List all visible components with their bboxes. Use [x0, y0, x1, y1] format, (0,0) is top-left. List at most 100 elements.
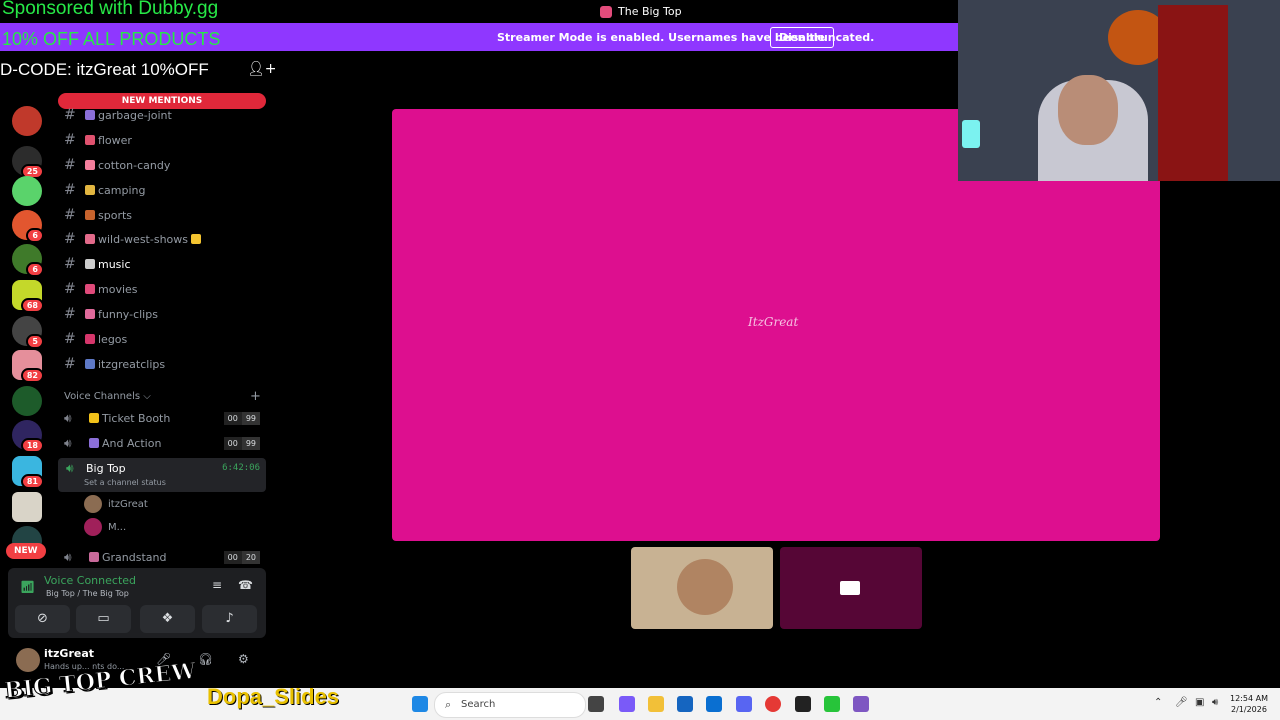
- voice-channel-item[interactable]: 🔊︎ And Action 00 99: [64, 432, 264, 454]
- voice-location[interactable]: Big Top / The Big Top: [46, 589, 129, 598]
- hash-icon: #: [64, 182, 76, 198]
- user-count: 00: [223, 411, 242, 425]
- server-icon[interactable]: 68: [12, 280, 44, 313]
- voice-channel-item[interactable]: 🔊︎ Grandstand 00 20: [64, 546, 264, 568]
- window-title: The Big Top: [600, 5, 682, 18]
- soundboard-button[interactable]: ♪: [202, 605, 257, 633]
- participant-tile[interactable]: [631, 547, 773, 629]
- server-icon[interactable]: 18: [12, 420, 44, 453]
- channel-emoji-icon: [85, 135, 95, 145]
- activities-button[interactable]: ❖: [140, 605, 195, 633]
- chevron-up-icon[interactable]: ⌃: [1154, 697, 1162, 708]
- add-channel-icon[interactable]: +: [250, 389, 261, 404]
- channel-label: camping: [98, 183, 146, 197]
- voice-channels-label: Voice Channels: [64, 391, 141, 402]
- camera-off-button[interactable]: ⊘: [15, 605, 70, 633]
- username[interactable]: itzGreat: [44, 647, 94, 660]
- channel-item[interactable]: # itzgreatclips: [64, 353, 165, 375]
- clock-date: 2/1/2026: [1231, 705, 1267, 714]
- channel-item[interactable]: # garbage-joint: [64, 104, 172, 126]
- channel-item[interactable]: # funny-clips: [64, 303, 158, 325]
- server-icon[interactable]: 25: [12, 146, 44, 179]
- headphones-icon[interactable]: 🎧︎: [198, 652, 213, 666]
- user-count: 00: [223, 550, 242, 564]
- gear-icon[interactable]: ⚙: [238, 652, 249, 666]
- server-icon[interactable]: [12, 106, 42, 136]
- server-icon[interactable]: 5: [12, 316, 44, 349]
- voice-channel-item[interactable]: 🔊︎ Ticket Booth 00 99: [64, 407, 264, 429]
- voice-channels-header[interactable]: Voice Channels ⌵: [64, 391, 151, 402]
- hash-icon: #: [64, 207, 76, 223]
- channel-item[interactable]: # flower: [64, 129, 132, 151]
- server-icon[interactable]: [12, 492, 42, 522]
- obs-icon[interactable]: [795, 696, 811, 712]
- disconnect-icon[interactable]: ☎︎: [238, 578, 253, 592]
- server-icon[interactable]: [12, 176, 42, 206]
- store-icon[interactable]: [677, 696, 693, 712]
- channel-item[interactable]: # legos: [64, 328, 127, 350]
- voice-status[interactable]: Voice Connected: [44, 574, 136, 587]
- add-member-icon[interactable]: 👤︎+: [247, 61, 277, 77]
- channel-label: funny-clips: [98, 307, 158, 321]
- user-limit-badge: 00 99: [223, 411, 260, 425]
- user-count: 00: [223, 436, 242, 450]
- channel-item[interactable]: # camping: [64, 179, 146, 201]
- disable-streamer-button[interactable]: Disable: [770, 27, 834, 48]
- task-view-icon[interactable]: [588, 696, 604, 712]
- stream-watermark: ItzGreat: [748, 315, 799, 329]
- microphone-tray-icon[interactable]: 🎤︎: [1175, 697, 1188, 708]
- windows-start-icon[interactable]: [412, 696, 428, 712]
- server-icon[interactable]: 82: [12, 350, 44, 383]
- channel-item[interactable]: # cotton-candy: [64, 154, 170, 176]
- app-icon[interactable]: [824, 696, 840, 712]
- file-explorer-icon[interactable]: [648, 696, 664, 712]
- taskbar-search[interactable]: ⌕ Search: [434, 692, 586, 718]
- avatar[interactable]: [16, 648, 40, 672]
- hash-icon: #: [64, 281, 76, 297]
- taskbar-clock[interactable]: 12:54 AM 2/1/2026: [1230, 693, 1268, 715]
- speaker-icon: 🔊︎: [66, 461, 74, 475]
- channel-label: garbage-joint: [98, 108, 172, 122]
- channel-status[interactable]: Set a channel status: [84, 478, 166, 487]
- avatar: [84, 495, 102, 513]
- channel-label: itzgreatclips: [98, 357, 166, 371]
- server-icon[interactable]: 6: [12, 244, 44, 277]
- activities-icon: ❖: [161, 611, 174, 626]
- copilot-icon[interactable]: [619, 696, 635, 712]
- channel-label: wild-west-shows: [98, 232, 188, 246]
- participant-tile[interactable]: [780, 547, 922, 629]
- app-icon[interactable]: [853, 696, 869, 712]
- window-title-text: The Big Top: [618, 5, 682, 18]
- channel-item[interactable]: # movies: [64, 278, 138, 300]
- channel-label: cotton-candy: [98, 158, 171, 172]
- voice-channel-item-active[interactable]: 🔊︎ Big Top 6:42:06 Set a channel status: [58, 458, 266, 492]
- unread-badge: 5: [26, 334, 44, 349]
- network-icon[interactable]: ▣: [1195, 697, 1204, 708]
- volume-icon[interactable]: 🔊︎: [1212, 697, 1218, 708]
- voice-member[interactable]: M...: [84, 518, 126, 536]
- noise-suppression-icon[interactable]: ≡: [212, 578, 222, 592]
- server-icon[interactable]: 6: [12, 210, 44, 243]
- hash-icon: #: [64, 306, 76, 322]
- voice-member[interactable]: itzGreat: [84, 495, 148, 513]
- channel-item[interactable]: # wild-west-shows: [64, 228, 204, 250]
- channel-item[interactable]: # sports: [64, 204, 132, 226]
- channel-item[interactable]: # music: [64, 253, 131, 275]
- channel-emoji-icon: [85, 359, 95, 369]
- hash-icon: #: [64, 107, 76, 123]
- voice-channel-label: Grandstand: [102, 550, 167, 564]
- server-icon[interactable]: [12, 386, 42, 416]
- sponsor-overlay-line3: D-CODE: itzGreat 10%OFF: [0, 60, 209, 79]
- discord-icon[interactable]: [736, 696, 752, 712]
- screen-share-button[interactable]: ▭: [76, 605, 131, 633]
- outlook-icon[interactable]: [706, 696, 722, 712]
- tent-icon: [600, 5, 612, 18]
- channel-label: legos: [98, 332, 128, 346]
- user-limit: 99: [241, 411, 260, 425]
- chevron-down-icon: ⌵: [143, 391, 151, 402]
- new-unreads-pill[interactable]: NEW: [6, 543, 46, 559]
- chrome-icon[interactable]: [765, 696, 781, 712]
- server-icon[interactable]: 81: [12, 456, 44, 489]
- channel-label: sports: [98, 208, 133, 222]
- hash-icon: #: [64, 356, 76, 372]
